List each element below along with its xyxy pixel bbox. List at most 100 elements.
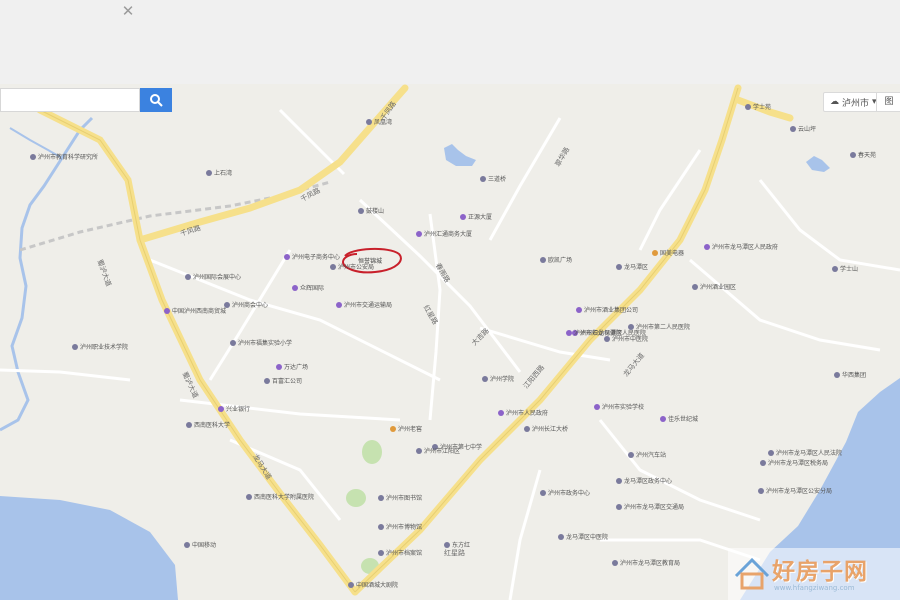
poi-pin-icon: [330, 263, 336, 270]
poi-pin-icon: [72, 343, 78, 350]
poi-marker[interactable]: 华西集团: [834, 370, 866, 379]
poi-marker[interactable]: 泸州市博物馆: [378, 522, 422, 531]
poi-marker[interactable]: 东方红: [444, 540, 470, 549]
poi-marker[interactable]: 万达广场: [276, 362, 308, 371]
river-left: [0, 116, 94, 432]
poi-marker[interactable]: 泸州市龙马潭区税务局: [760, 458, 828, 467]
poi-marker[interactable]: 龙马潭区政务中心: [616, 476, 672, 485]
poi-marker[interactable]: 学士山: [832, 264, 858, 273]
poi-marker[interactable]: 佳乐世纪城: [660, 414, 698, 423]
poi-pin-icon: [558, 533, 564, 540]
poi-pin-icon: [378, 549, 384, 556]
poi-marker[interactable]: 泸州国际会展中心: [185, 272, 241, 281]
poi-marker[interactable]: 众辉国际: [292, 283, 324, 292]
poi-marker[interactable]: 泸州商会中心: [224, 300, 268, 309]
poi-label: 众辉国际: [300, 285, 325, 292]
poi-label: 欧凯广场: [548, 257, 573, 264]
layer-button[interactable]: 图: [876, 92, 900, 112]
poi-marker[interactable]: 泸州市第二人民医院: [628, 322, 690, 331]
poi-label: 泸州市龙马潭区教育局: [620, 560, 681, 567]
road-label: 红星路: [444, 549, 465, 557]
poi-marker[interactable]: 泸州电子商务中心: [284, 252, 340, 261]
search-input[interactable]: [0, 88, 140, 112]
poi-marker[interactable]: 欧凯广场: [540, 255, 572, 264]
poi-pin-icon: [336, 301, 342, 308]
poi-marker[interactable]: 云山坪: [790, 124, 816, 133]
poi-marker[interactable]: 上石湾: [206, 168, 232, 177]
poi-marker[interactable]: 泸州市图书馆: [378, 493, 422, 502]
poi-pin-icon: [482, 375, 488, 382]
poi-pin-icon: [366, 118, 372, 125]
poi-marker[interactable]: 泸州汇通商务大厦: [416, 229, 472, 238]
poi-marker[interactable]: 西南医科大学附属医院: [246, 492, 314, 501]
poi-marker[interactable]: 泸州市教育科学研究所: [30, 152, 98, 161]
park-green-2: [346, 489, 366, 507]
cloud-icon: ☁: [830, 97, 839, 107]
poi-marker[interactable]: 泸州酒业园区: [692, 282, 736, 291]
poi-pin-icon: [576, 306, 582, 313]
poi-pin-icon: [292, 284, 298, 291]
poi-marker[interactable]: 西南医科大学: [186, 420, 230, 429]
poi-marker[interactable]: 泸州学院: [482, 374, 514, 383]
poi-marker[interactable]: 泸州市龙马潭区人民法院: [768, 448, 842, 457]
poi-marker[interactable]: 泸州市妇幼保健院: [566, 328, 622, 337]
poi-marker[interactable]: 泸州市公安局: [330, 262, 374, 271]
poi-label: 西南医科大学: [194, 422, 231, 429]
poi-marker[interactable]: 学士苑: [745, 102, 771, 111]
poi-marker[interactable]: 中国移动: [184, 540, 216, 549]
poi-marker[interactable]: 泸州市龙马潭区公安分局: [758, 486, 832, 495]
poi-label: 泸州汽车站: [636, 452, 667, 459]
poi-marker[interactable]: 泸州市酒业集团公司: [576, 305, 638, 314]
poi-pin-icon: [745, 103, 751, 110]
poi-marker[interactable]: 春天苑: [850, 150, 876, 159]
city-selector[interactable]: ☁ 泸州市 ▾: [823, 92, 884, 112]
poi-label: 泸州市龙马潭区公安分局: [766, 488, 833, 495]
poi-marker[interactable]: 中国泸州西南商贸城: [164, 306, 226, 315]
poi-marker[interactable]: 泸州市龙马潭区教育局: [612, 558, 680, 567]
poi-marker[interactable]: 百富汇公司: [264, 376, 302, 385]
poi-marker[interactable]: 泸州长江大桥: [524, 424, 568, 433]
search-button[interactable]: [140, 88, 172, 112]
poi-marker[interactable]: 凤凰湾: [366, 117, 392, 126]
poi-marker[interactable]: 泸州汽车站: [628, 450, 666, 459]
poi-marker[interactable]: 泸州市福集实验小学: [230, 338, 292, 347]
lake-north: [444, 144, 476, 166]
poi-marker[interactable]: 泸州职业技术学院: [72, 342, 128, 351]
poi-marker[interactable]: 泸州市政务中心: [540, 488, 590, 497]
poi-marker[interactable]: 鼓楼山: [358, 206, 384, 215]
poi-pin-icon: [692, 283, 698, 290]
close-icon[interactable]: ✕: [118, 1, 138, 21]
poi-pin-icon: [594, 403, 600, 410]
poi-pin-icon: [444, 541, 450, 548]
city-name: 泸州市: [842, 98, 870, 109]
poi-pin-icon: [758, 487, 764, 494]
poi-marker[interactable]: 泸州市江阳区: [416, 446, 460, 455]
poi-label: 泸州电子商务中心: [292, 254, 341, 261]
poi-label: 泸州职业技术学院: [80, 344, 129, 351]
poi-label: 中国移动: [192, 542, 217, 549]
poi-label: 百富汇公司: [272, 378, 303, 385]
poi-pin-icon: [540, 489, 546, 496]
poi-label: 泸州国际会展中心: [193, 274, 242, 281]
poi-label: 云山坪: [798, 126, 817, 133]
poi-marker[interactable]: 泸州市档案馆: [378, 548, 422, 557]
poi-marker[interactable]: 泸州市交通运输局: [336, 300, 392, 309]
poi-label: 中国酒城大剧院: [356, 582, 399, 589]
map-canvas[interactable]: 恒誉锦城: [0, 84, 900, 600]
poi-marker[interactable]: 中国酒城大剧院: [348, 580, 398, 589]
poi-label: 泸州市龙马潭区交通局: [624, 504, 685, 511]
poi-label: 泸州市江阳区: [424, 448, 461, 455]
poi-marker[interactable]: 正源大厦: [460, 212, 492, 221]
poi-pin-icon: [276, 363, 282, 370]
poi-marker[interactable]: 泸州市龙马潭区人民政府: [704, 242, 778, 251]
poi-pin-icon: [358, 207, 364, 214]
poi-marker[interactable]: 泸州老窖: [390, 424, 422, 433]
poi-marker[interactable]: 国美电器: [652, 248, 684, 257]
poi-marker[interactable]: 兴业银行: [218, 404, 250, 413]
poi-marker[interactable]: 泸州市人民政府: [498, 408, 548, 417]
poi-marker[interactable]: 龙马潭区中医院: [558, 532, 608, 541]
poi-marker[interactable]: 泸州市实验学校: [594, 402, 644, 411]
poi-marker[interactable]: 泸州市龙马潭区交通局: [616, 502, 684, 511]
poi-marker[interactable]: 龙马潭区: [616, 262, 648, 271]
poi-marker[interactable]: 三道桥: [480, 174, 506, 183]
